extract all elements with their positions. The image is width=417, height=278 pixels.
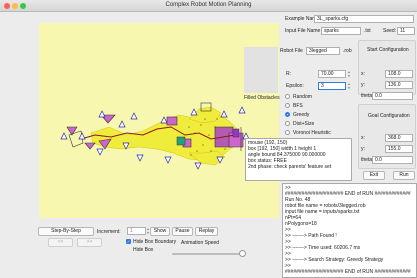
console-line: ##################### END of RUN #######…: [285, 269, 411, 275]
run-button[interactable]: Run: [393, 171, 415, 180]
r-stepper-icon[interactable]: ▲ ▼: [347, 70, 351, 78]
robot-file-ext: .rob: [343, 48, 352, 54]
console-output[interactable]: >> ##################### END of RUN ####…: [282, 183, 417, 278]
increment-field[interactable]: 1: [127, 227, 146, 235]
goal-x-field[interactable]: 368.0: [385, 134, 413, 142]
epsilon-label: Epsilon:: [286, 83, 304, 89]
start-marker: [176, 136, 186, 146]
title-bar: Complex Robot Motion Planning: [0, 0, 417, 12]
scene-svg: [60, 102, 256, 170]
goal-y-label: y:: [361, 146, 365, 152]
radio-random[interactable]: [285, 94, 290, 99]
robot-file-field[interactable]: 3legged: [306, 47, 340, 55]
increment-label: Increment:: [97, 229, 121, 235]
radio-voronoi[interactable]: [285, 130, 290, 135]
radio-greedy-label[interactable]: Greedy: [293, 112, 309, 118]
hide-box-boundary-label[interactable]: Hide Box Boundary: [133, 239, 176, 245]
radio-bfs[interactable]: [285, 103, 290, 108]
example-name-field[interactable]: 3L_sparks.cfg: [314, 15, 414, 23]
info-line: 2nd phase: check parents' feature set: [248, 164, 332, 170]
epsilon-field[interactable]: 3: [318, 82, 346, 90]
step-by-step-button[interactable]: Step-By-Step: [38, 227, 94, 236]
filled-obstacles-label[interactable]: Filled Obstacles: [244, 95, 280, 101]
input-file-label: Input File Name: [285, 28, 321, 34]
goal-x-label: x:: [361, 135, 365, 141]
show-button[interactable]: Show: [150, 227, 170, 236]
robot-file-label: Robot File: [280, 48, 303, 54]
radio-dist-size[interactable]: [285, 121, 290, 126]
start-config-title: Start Configuration: [367, 47, 409, 53]
goal-theta-field[interactable]: 0.0: [372, 156, 413, 164]
animation-speed-track[interactable]: [172, 253, 242, 255]
input-file-ext: .txt: [364, 28, 371, 34]
drawing-canvas[interactable]: [39, 23, 279, 218]
r-label: R:: [286, 71, 291, 77]
prev-button[interactable]: <<: [48, 238, 73, 247]
radio-random-label[interactable]: Random: [293, 94, 312, 100]
epsilon-stepper-icon[interactable]: ▲ ▼: [347, 82, 351, 90]
seed-field[interactable]: 11: [397, 27, 415, 35]
animation-speed-label: Animation Speed: [181, 240, 220, 246]
goal-marker: [232, 128, 240, 138]
radio-dist-size-label[interactable]: Dist+Size: [293, 121, 314, 127]
radio-greedy[interactable]: [285, 112, 290, 117]
goal-config-title: Goal Configuration: [368, 113, 410, 119]
exit-button[interactable]: Exit: [363, 171, 385, 180]
start-x-label: x:: [361, 71, 365, 77]
start-theta-field[interactable]: 0.0: [372, 92, 413, 100]
pause-button[interactable]: Pause: [172, 227, 193, 236]
input-file-field[interactable]: sparks: [321, 27, 361, 35]
hide-box-label[interactable]: Hide Box: [133, 247, 153, 253]
seed-label: Seed:: [383, 28, 397, 34]
r-field[interactable]: 70.00: [318, 70, 346, 78]
goal-y-field[interactable]: 155.0: [385, 145, 413, 153]
window-title: Complex Robot Motion Planning: [165, 2, 252, 8]
next-button[interactable]: >>: [77, 238, 102, 247]
info-box: mouse (192, 150) box [192, 150] width 1 …: [245, 138, 352, 181]
filled-obstacles-preview: [244, 47, 278, 93]
radio-voronoi-label[interactable]: Voronoi Heuristic: [293, 130, 331, 136]
radio-bfs-label[interactable]: BFS: [293, 103, 303, 109]
start-x-field[interactable]: 108.0: [385, 70, 413, 78]
hide-box-boundary-checkbox[interactable]: ✓: [126, 239, 131, 244]
start-y-label: y:: [361, 82, 365, 88]
animation-speed-slider[interactable]: [238, 250, 246, 257]
replay-button[interactable]: Replay: [195, 227, 218, 236]
start-y-field[interactable]: 136.0: [385, 81, 413, 89]
